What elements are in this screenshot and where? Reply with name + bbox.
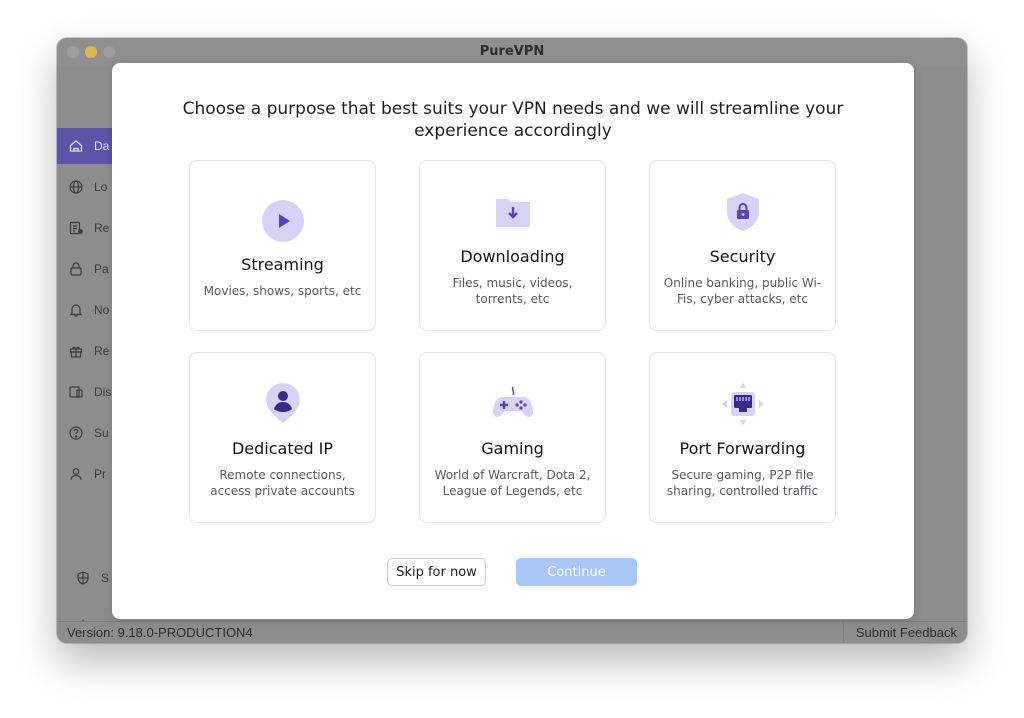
submit-feedback-button[interactable]: Submit Feedback [842, 622, 967, 643]
globe-icon [68, 179, 84, 195]
purpose-card-security[interactable]: Security Online banking, public Wi- Fis,… [649, 160, 836, 331]
sidebar-item-label: Re [94, 344, 110, 358]
report-icon [68, 220, 84, 236]
play-icon [190, 199, 375, 243]
purpose-card-dedicated-ip[interactable]: Dedicated IP Remote connections, access … [189, 352, 376, 523]
sidebar: Da Lo Re Pa No Re Dis Su Pr S [57, 66, 117, 633]
sidebar-item-label: S [101, 571, 110, 585]
shield-lock-icon [650, 191, 835, 233]
sidebar-item-dashboard[interactable]: Da [57, 128, 117, 164]
skip-for-now-button[interactable]: Skip for now [387, 558, 486, 586]
purpose-card-downloading[interactable]: Downloading Files, music, videos, torren… [419, 160, 606, 331]
sidebar-item-support[interactable]: Su [57, 415, 117, 451]
version-label: Version: 9.18.0-PRODUCTION4 [67, 625, 253, 640]
card-title: Port Forwarding [679, 439, 806, 458]
status-bar: Version: 9.18.0-PRODUCTION4 Submit Feedb… [57, 621, 967, 643]
sidebar-item-label: Re [94, 221, 110, 235]
purpose-selection-dialog: Choose a purpose that best suits your VP… [112, 63, 914, 619]
title-bar: PureVPN [57, 38, 967, 66]
card-description: Secure gaming, P2P file sharing, control… [662, 467, 823, 499]
purpose-card-streaming[interactable]: Streaming Movies, shows, sports, etc [189, 160, 376, 331]
shield-icon [75, 570, 91, 586]
gamepad-icon [420, 385, 605, 423]
help-icon [68, 425, 84, 441]
card-description: Online banking, public Wi- Fis, cyber at… [662, 275, 823, 307]
port-icon [650, 381, 835, 427]
card-description: Remote connections, access private accou… [202, 467, 363, 499]
devices-icon [68, 384, 84, 400]
sidebar-item-devices[interactable]: Dis [57, 374, 117, 410]
card-description-line: torrents, etc [475, 292, 550, 306]
card-description-line: Movies, shows, sports, etc [203, 284, 362, 298]
card-description-line: sharing, controlled traffic [666, 484, 819, 498]
gift-icon [68, 343, 84, 359]
card-description-line: Remote connections, [219, 468, 346, 482]
card-description-line: access private accounts [210, 484, 355, 498]
lock-icon [68, 261, 84, 277]
heading-line-2: experience accordingly [414, 121, 612, 141]
dedicated-ip-icon [190, 381, 375, 425]
card-description-line: World of Warcraft, Dota 2, [434, 468, 591, 482]
purpose-card-gaming[interactable]: Gaming World of Warcraft, Dota 2, League… [419, 352, 606, 523]
card-description-line: Fis, cyber attacks, etc [677, 292, 808, 306]
home-icon [68, 138, 84, 154]
sidebar-item-label: Lo [94, 180, 108, 194]
user-icon [68, 466, 84, 482]
bell-icon [68, 302, 84, 318]
continue-button[interactable]: Continue [516, 558, 637, 586]
window-title: PureVPN [479, 44, 545, 59]
card-description-line: League of Legends, etc [442, 484, 583, 498]
sidebar-item-password[interactable]: Pa [57, 251, 117, 287]
download-folder-icon [420, 195, 605, 229]
sidebar-item-profile[interactable]: Pr [57, 456, 117, 492]
card-description: Movies, shows, sports, etc [202, 283, 363, 299]
card-title: Streaming [241, 255, 324, 274]
card-description-line: Files, music, videos, [452, 276, 573, 290]
dialog-heading: Choose a purpose that best suits your VP… [172, 98, 854, 142]
sidebar-item-label: Pa [94, 262, 109, 276]
heading-line-1: Choose a purpose that best suits your VP… [182, 99, 844, 119]
card-title: Downloading [460, 247, 565, 266]
purpose-card-port-forwarding[interactable]: Port Forwarding Secure gaming, P2P file … [649, 352, 836, 523]
sidebar-item-label: Dis [94, 385, 112, 399]
sidebar-item-label: No [94, 303, 110, 317]
sidebar-item-label: Pr [94, 467, 106, 481]
sidebar-item-label: Da [94, 139, 110, 153]
card-description: World of Warcraft, Dota 2, League of Leg… [432, 467, 593, 499]
sidebar-item-rewards[interactable]: Re [57, 333, 117, 369]
sidebar-item-security-settings[interactable]: S [57, 560, 117, 596]
sidebar-item-reports[interactable]: Re [57, 210, 117, 246]
sidebar-item-locations[interactable]: Lo [57, 169, 117, 205]
card-description: Files, music, videos, torrents, etc [432, 275, 593, 307]
card-title: Dedicated IP [231, 439, 334, 458]
card-title: Gaming [481, 439, 544, 458]
card-title: Security [709, 247, 776, 266]
sidebar-item-notifications[interactable]: No [57, 292, 117, 328]
card-description-line: Secure gaming, P2P file [671, 468, 814, 482]
card-description-line: Online banking, public Wi- [663, 276, 822, 290]
sidebar-item-label: Su [94, 426, 109, 440]
